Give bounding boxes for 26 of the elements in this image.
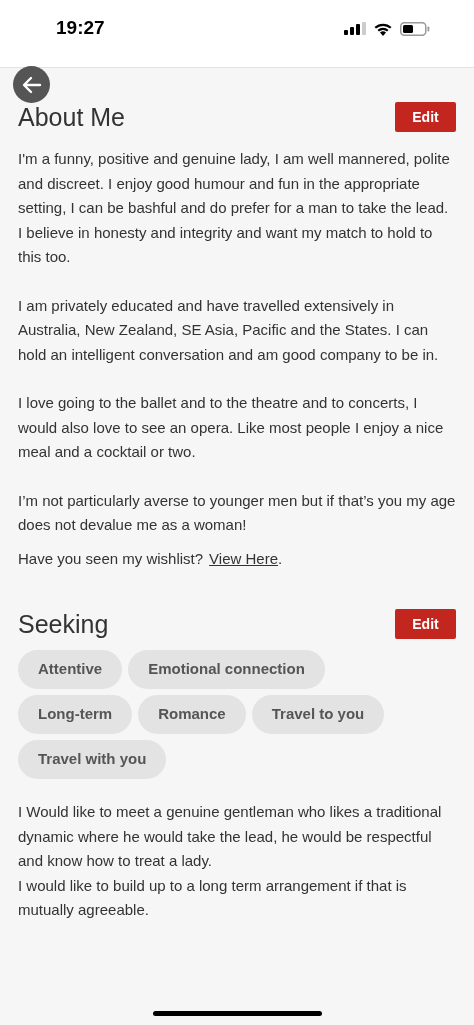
battery-icon — [400, 21, 430, 36]
section-heading: Seeking — [18, 609, 109, 640]
paragraph: I would like to build up to a long term arrangement if that is mutually agreeable. — [18, 875, 408, 920]
section-heading: About Me — [18, 102, 125, 133]
back-button[interactable] — [13, 66, 50, 103]
signal-icon — [344, 22, 366, 35]
period-text: . — [278, 549, 283, 567]
paragraph: I’m not particularly averse to younger men but if that’s you my age does not devalue me as a woman! — [18, 490, 456, 535]
edit-button[interactable]: Edit — [395, 102, 456, 132]
paragraph: I believe in honesty and integrity and want my match to hold to this too. — [18, 222, 434, 267]
back-arrow-icon — [21, 75, 42, 94]
seeking-tag: Romance — [138, 695, 246, 734]
seeking-tag: Attentive — [18, 650, 123, 689]
seeking-tag: Travel with you — [18, 740, 167, 779]
paragraph: I Would like to meet a genuine gentleman who likes a traditional dynamic where he would take the lead, he would be respectful and know how to treat a lady. — [18, 802, 443, 871]
edit-button[interactable]: Edit — [395, 609, 456, 639]
seeking-tag: Long-term — [18, 695, 133, 734]
paragraph: I'm a funny, positive and genuine lady, I am well mannered, polite and discreet. I enjoy good humour and fun in the appropriate setting, I can be bashful and do prefer for a man to take the lead. — [18, 149, 451, 218]
status-time: 19:27 — [56, 16, 105, 41]
seeking-tag: Travel to you — [251, 695, 385, 734]
paragraph: I love going to the ballet and to the theatre and to concerts, I would also love to see an opera. Like most people I enjoy a nice meal and a cocktail or two. — [18, 393, 445, 462]
wifi-icon — [373, 21, 393, 36]
seeking-tag: Emotional connection — [128, 650, 325, 689]
paragraph: I am privately educated and have travelled extensively in Australia, New Zealand, SE Asia, Pacific and the States. I can hold an intelligent conversation and am good company to be in. — [18, 295, 440, 365]
wishlist-text: Have you seen my wishlist? — [18, 548, 204, 569]
view-here-link[interactable]: View Here — [209, 549, 278, 567]
